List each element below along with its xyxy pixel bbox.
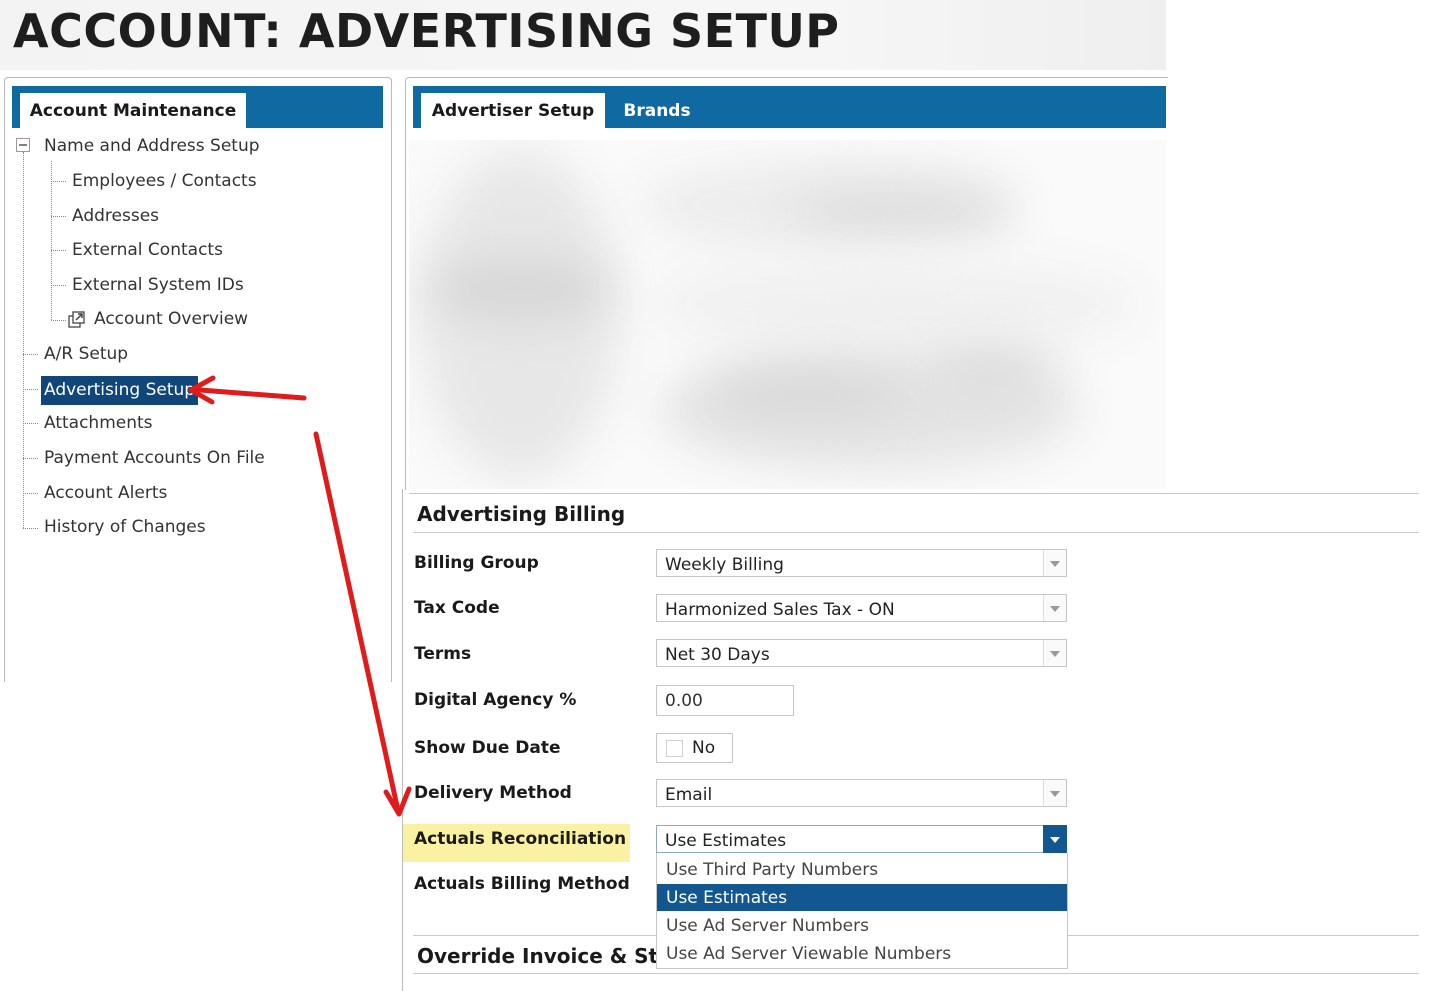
tax-code-value: Harmonized Sales Tax - ON (665, 600, 895, 620)
right-tabstrip: Advertiser Setup Brands (413, 86, 1166, 128)
tree-item-addresses[interactable]: Addresses (72, 204, 159, 228)
tab-account-maintenance[interactable]: Account Maintenance (20, 93, 246, 128)
label-delivery-method: Delivery Method (414, 783, 572, 803)
tree-line (51, 216, 66, 217)
billing-group-value: Weekly Billing (665, 555, 784, 575)
label-actuals-reconciliation: Actuals Reconciliation (414, 829, 627, 849)
tree-item-attachments[interactable]: Attachments (44, 411, 153, 435)
tree-item-ar-setup[interactable]: A/R Setup (44, 342, 128, 366)
actuals-reconciliation-value: Use Estimates (665, 831, 787, 851)
blurred-content (409, 140, 1166, 489)
digital-agency-input[interactable]: 0.00 (656, 685, 794, 716)
tax-code-select[interactable]: Harmonized Sales Tax - ON (656, 594, 1067, 622)
section-title-advertising-billing: Advertising Billing (417, 502, 626, 526)
tree-line (23, 423, 38, 424)
chevron-down-icon[interactable] (1043, 595, 1066, 621)
show-due-date-toggle[interactable]: No (656, 733, 733, 763)
label-actuals-billing-method: Actuals Billing Method (414, 874, 630, 894)
delivery-method-value: Email (665, 785, 713, 805)
section-divider (413, 973, 1419, 974)
tree-item-name-and-address-setup[interactable]: Name and Address Setup (44, 134, 260, 158)
chevron-down-icon[interactable] (1043, 825, 1067, 853)
tree-item-history-of-changes[interactable]: History of Changes (44, 515, 206, 539)
tree-item-external-system-ids[interactable]: External System IDs (72, 273, 244, 297)
tree-collapse-icon[interactable] (16, 138, 30, 152)
tree-item-account-alerts[interactable]: Account Alerts (44, 481, 167, 505)
show-due-date-value: No (692, 738, 716, 758)
tree-line (51, 250, 66, 251)
terms-value: Net 30 Days (665, 645, 770, 665)
left-tabstrip: Account Maintenance (12, 86, 383, 128)
actuals-reconciliation-select[interactable]: Use Estimates (656, 825, 1067, 853)
section-divider (413, 532, 1419, 533)
label-show-due-date: Show Due Date (414, 738, 561, 758)
page-title: ACCOUNT: ADVERTISING SETUP (13, 4, 840, 58)
tree-line (23, 458, 38, 459)
dropdown-option-ad-server-viewable[interactable]: Use Ad Server Viewable Numbers (657, 940, 1067, 967)
tab-brands[interactable]: Brands (613, 93, 701, 128)
billing-group-select[interactable]: Weekly Billing (656, 549, 1067, 577)
tree-item-account-overview[interactable]: Account Overview (94, 307, 248, 331)
panel-divider (402, 489, 403, 991)
external-link-icon (68, 311, 85, 328)
tree-line (23, 493, 38, 494)
label-digital-agency: Digital Agency % (414, 690, 577, 710)
tab-advertiser-setup[interactable]: Advertiser Setup (421, 93, 605, 128)
tree-item-external-contacts[interactable]: External Contacts (72, 238, 223, 262)
delivery-method-select[interactable]: Email (656, 779, 1067, 807)
section-divider (409, 493, 1419, 494)
show-due-date-checkbox[interactable] (666, 740, 683, 757)
tree-line (23, 354, 38, 355)
tree-item-advertising-setup[interactable]: Advertising Setup (41, 376, 199, 405)
dropdown-option-ad-server-numbers[interactable]: Use Ad Server Numbers (657, 912, 1067, 939)
tree-line (51, 181, 66, 182)
label-tax-code: Tax Code (414, 598, 500, 618)
tree-line (51, 161, 52, 320)
label-billing-group: Billing Group (414, 553, 539, 573)
tree-line (23, 152, 24, 528)
chevron-down-icon[interactable] (1043, 550, 1066, 576)
dropdown-option-use-estimates[interactable]: Use Estimates (657, 884, 1067, 911)
tree-line (51, 285, 66, 286)
dropdown-option-third-party[interactable]: Use Third Party Numbers (657, 856, 1067, 883)
chevron-down-icon[interactable] (1043, 780, 1066, 806)
tree-item-employees-contacts[interactable]: Employees / Contacts (72, 169, 257, 193)
tree-item-payment-accounts-on-file[interactable]: Payment Accounts On File (44, 446, 265, 470)
tree-line (23, 528, 38, 529)
terms-select[interactable]: Net 30 Days (656, 639, 1067, 667)
tree-line (51, 320, 66, 321)
tree-line (23, 389, 38, 390)
label-terms: Terms (414, 644, 472, 664)
chevron-down-icon[interactable] (1043, 640, 1066, 666)
actuals-reconciliation-dropdown: Use Third Party Numbers Use Estimates Us… (656, 853, 1068, 969)
